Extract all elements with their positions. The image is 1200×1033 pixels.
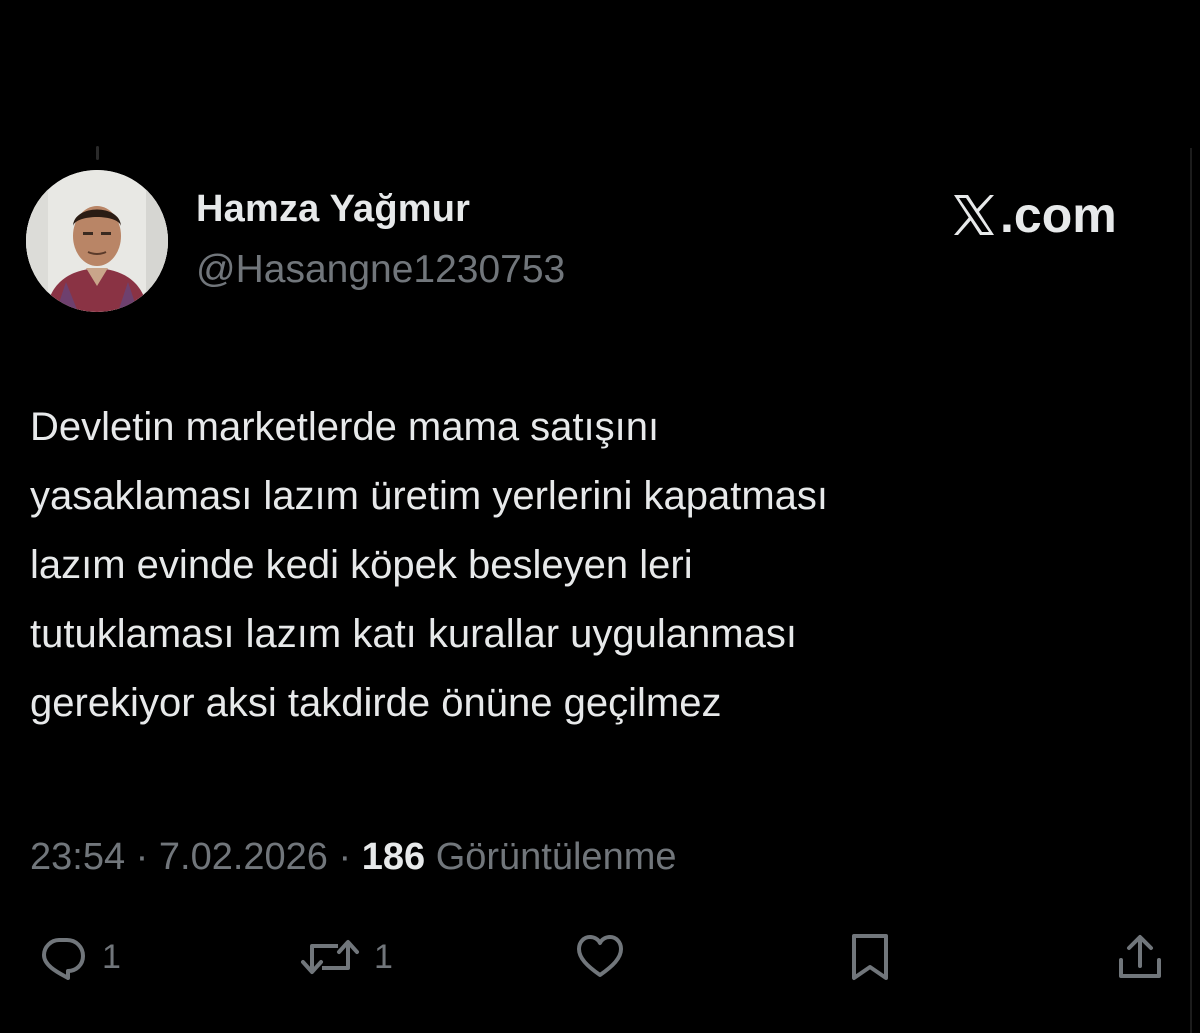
heart-icon: [577, 935, 623, 977]
tweet-text-line: lazım evinde kedi köpek besleyen leri: [30, 543, 693, 587]
like-button[interactable]: [575, 932, 625, 982]
share-icon: [1119, 935, 1161, 978]
author-display-name[interactable]: Hamza Yağmur: [196, 188, 470, 231]
bookmark-button[interactable]: [845, 932, 895, 982]
repost-button[interactable]: 1: [300, 932, 393, 982]
author-handle[interactable]: @Hasangne1230753: [196, 248, 565, 292]
tweet-text-line: tutuklaması lazım katı kurallar uygulanm…: [30, 612, 797, 656]
views-label: Görüntülenme: [435, 836, 677, 878]
reply-count: 1: [102, 937, 121, 976]
tweet-date[interactable]: 7.02.2026: [159, 836, 328, 878]
repost-count: 1: [374, 937, 393, 976]
top-divider-mark: [96, 146, 99, 160]
tweet-text-line: gerekiyor aksi takdirde önüne geçilmez: [30, 681, 722, 725]
profile-photo: [26, 170, 168, 312]
meta-separator: ·: [135, 836, 149, 878]
reply-icon: [42, 938, 85, 980]
tweet-text-line: Devletin marketlerde mama satışını: [30, 405, 660, 449]
tweet-time[interactable]: 23:54: [30, 836, 125, 878]
x-logo-icon: [954, 195, 994, 235]
reply-button[interactable]: 1: [38, 932, 121, 982]
repost-icon: [301, 940, 359, 974]
right-edge-line: [1190, 148, 1192, 1033]
tweet-text: Devletin marketlerde mama satışını yasak…: [30, 393, 1150, 738]
brand-watermark: .com: [950, 186, 1117, 244]
tweet-meta: 23:54 · 7.02.2026 · 186 Görüntülenme: [30, 836, 677, 879]
avatar[interactable]: [26, 170, 168, 312]
share-button[interactable]: [1115, 932, 1165, 982]
meta-separator: ·: [338, 836, 352, 878]
brand-label: .com: [1000, 187, 1117, 243]
tweet-text-line: yasaklaması lazım üretim yerlerini kapat…: [30, 474, 829, 518]
bookmark-icon: [852, 934, 888, 980]
views-count: 186: [361, 836, 426, 878]
